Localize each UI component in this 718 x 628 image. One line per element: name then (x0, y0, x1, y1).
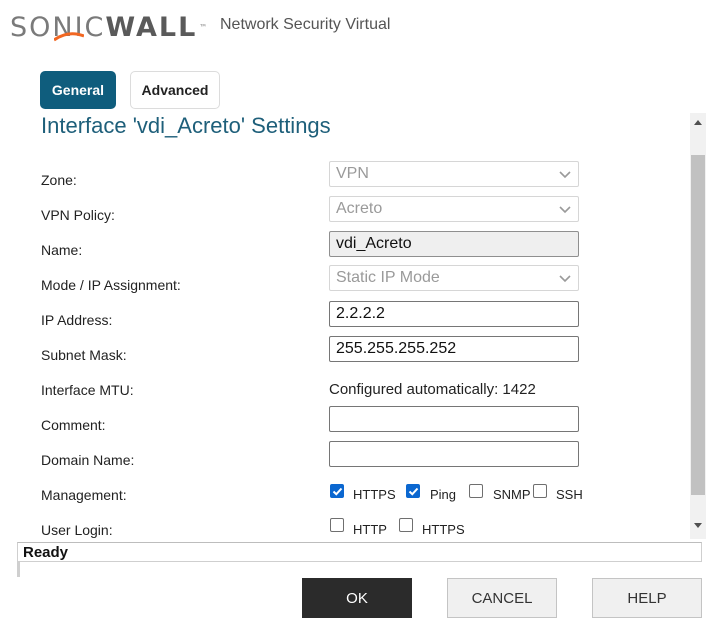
vpn-policy-label: VPN Policy: (41, 207, 115, 223)
scroll-up-arrow-icon[interactable] (694, 119, 702, 125)
vpn-policy-select[interactable]: Acreto (329, 196, 579, 222)
vpn-policy-select-value: Acreto (336, 200, 383, 217)
domain-name-input[interactable] (329, 441, 579, 467)
status-bar-edge (17, 561, 20, 577)
tab-advanced[interactable]: Advanced (130, 71, 220, 109)
name-field-value: vdi_Acreto (336, 235, 412, 252)
ok-button[interactable]: OK (302, 578, 412, 618)
tab-general[interactable]: General (40, 71, 116, 109)
checkmark-icon (408, 487, 419, 496)
ip-address-input[interactable]: 2.2.2.2 (329, 301, 579, 327)
management-snmp-checkbox[interactable] (469, 484, 483, 498)
interface-mtu-value: Configured automatically: 1422 (329, 381, 536, 398)
management-snmp-label: SNMP (493, 487, 531, 502)
comment-label: Comment: (41, 417, 106, 433)
zone-select-value: VPN (336, 165, 369, 182)
management-https-label: HTTPS (353, 487, 396, 502)
user-login-http-checkbox[interactable] (330, 518, 344, 532)
subnet-mask-label: Subnet Mask: (41, 347, 127, 363)
user-login-https-checkbox[interactable] (399, 518, 413, 532)
zone-label: Zone: (41, 172, 77, 188)
chevron-down-icon (559, 206, 571, 214)
status-bar: Ready (17, 542, 702, 577)
logo-swoosh-icon (54, 32, 84, 42)
subnet-mask-value: 255.255.255.252 (336, 340, 457, 357)
chevron-down-icon (559, 171, 571, 179)
cancel-button[interactable]: CANCEL (447, 578, 557, 618)
page-title: Interface 'vdi_Acreto' Settings (41, 113, 331, 138)
ip-address-value: 2.2.2.2 (336, 305, 385, 322)
management-https-checkbox[interactable] (330, 484, 344, 498)
management-ssh-checkbox[interactable] (533, 484, 547, 498)
sonicwall-logo: SONIC WALL ™ (10, 10, 207, 44)
logo-text-wall: WALL (105, 11, 198, 43)
management-label: Management: (41, 487, 127, 503)
zone-select[interactable]: VPN (329, 161, 579, 187)
user-login-http-label: HTTP (353, 522, 387, 537)
domain-name-label: Domain Name: (41, 452, 135, 468)
subnet-mask-input[interactable]: 255.255.255.252 (329, 336, 579, 362)
mode-select[interactable]: Static IP Mode (329, 265, 579, 291)
management-ssh-label: SSH (556, 487, 583, 502)
user-login-label: User Login: (41, 522, 113, 538)
chevron-down-icon (559, 275, 571, 283)
mode-label: Mode / IP Assignment: (41, 277, 181, 293)
help-button[interactable]: HELP (592, 578, 702, 618)
management-ping-checkbox[interactable] (406, 484, 420, 498)
product-name: Network Security Virtual (220, 16, 391, 33)
comment-input[interactable] (329, 406, 579, 432)
checkmark-icon (332, 487, 343, 496)
logo-trademark: ™ (199, 22, 208, 32)
user-login-https-label: HTTPS (422, 522, 465, 537)
name-label: Name: (41, 242, 83, 258)
ip-address-label: IP Address: (41, 312, 113, 328)
scrollbar-thumb[interactable] (691, 155, 705, 495)
management-ping-label: Ping (430, 487, 457, 502)
scroll-down-arrow-icon[interactable] (694, 523, 702, 529)
mode-select-value: Static IP Mode (336, 269, 440, 286)
interface-mtu-label: Interface MTU: (41, 382, 134, 398)
name-field[interactable]: vdi_Acreto (329, 231, 579, 257)
status-text: Ready (23, 544, 69, 561)
vertical-scrollbar[interactable] (690, 113, 706, 539)
